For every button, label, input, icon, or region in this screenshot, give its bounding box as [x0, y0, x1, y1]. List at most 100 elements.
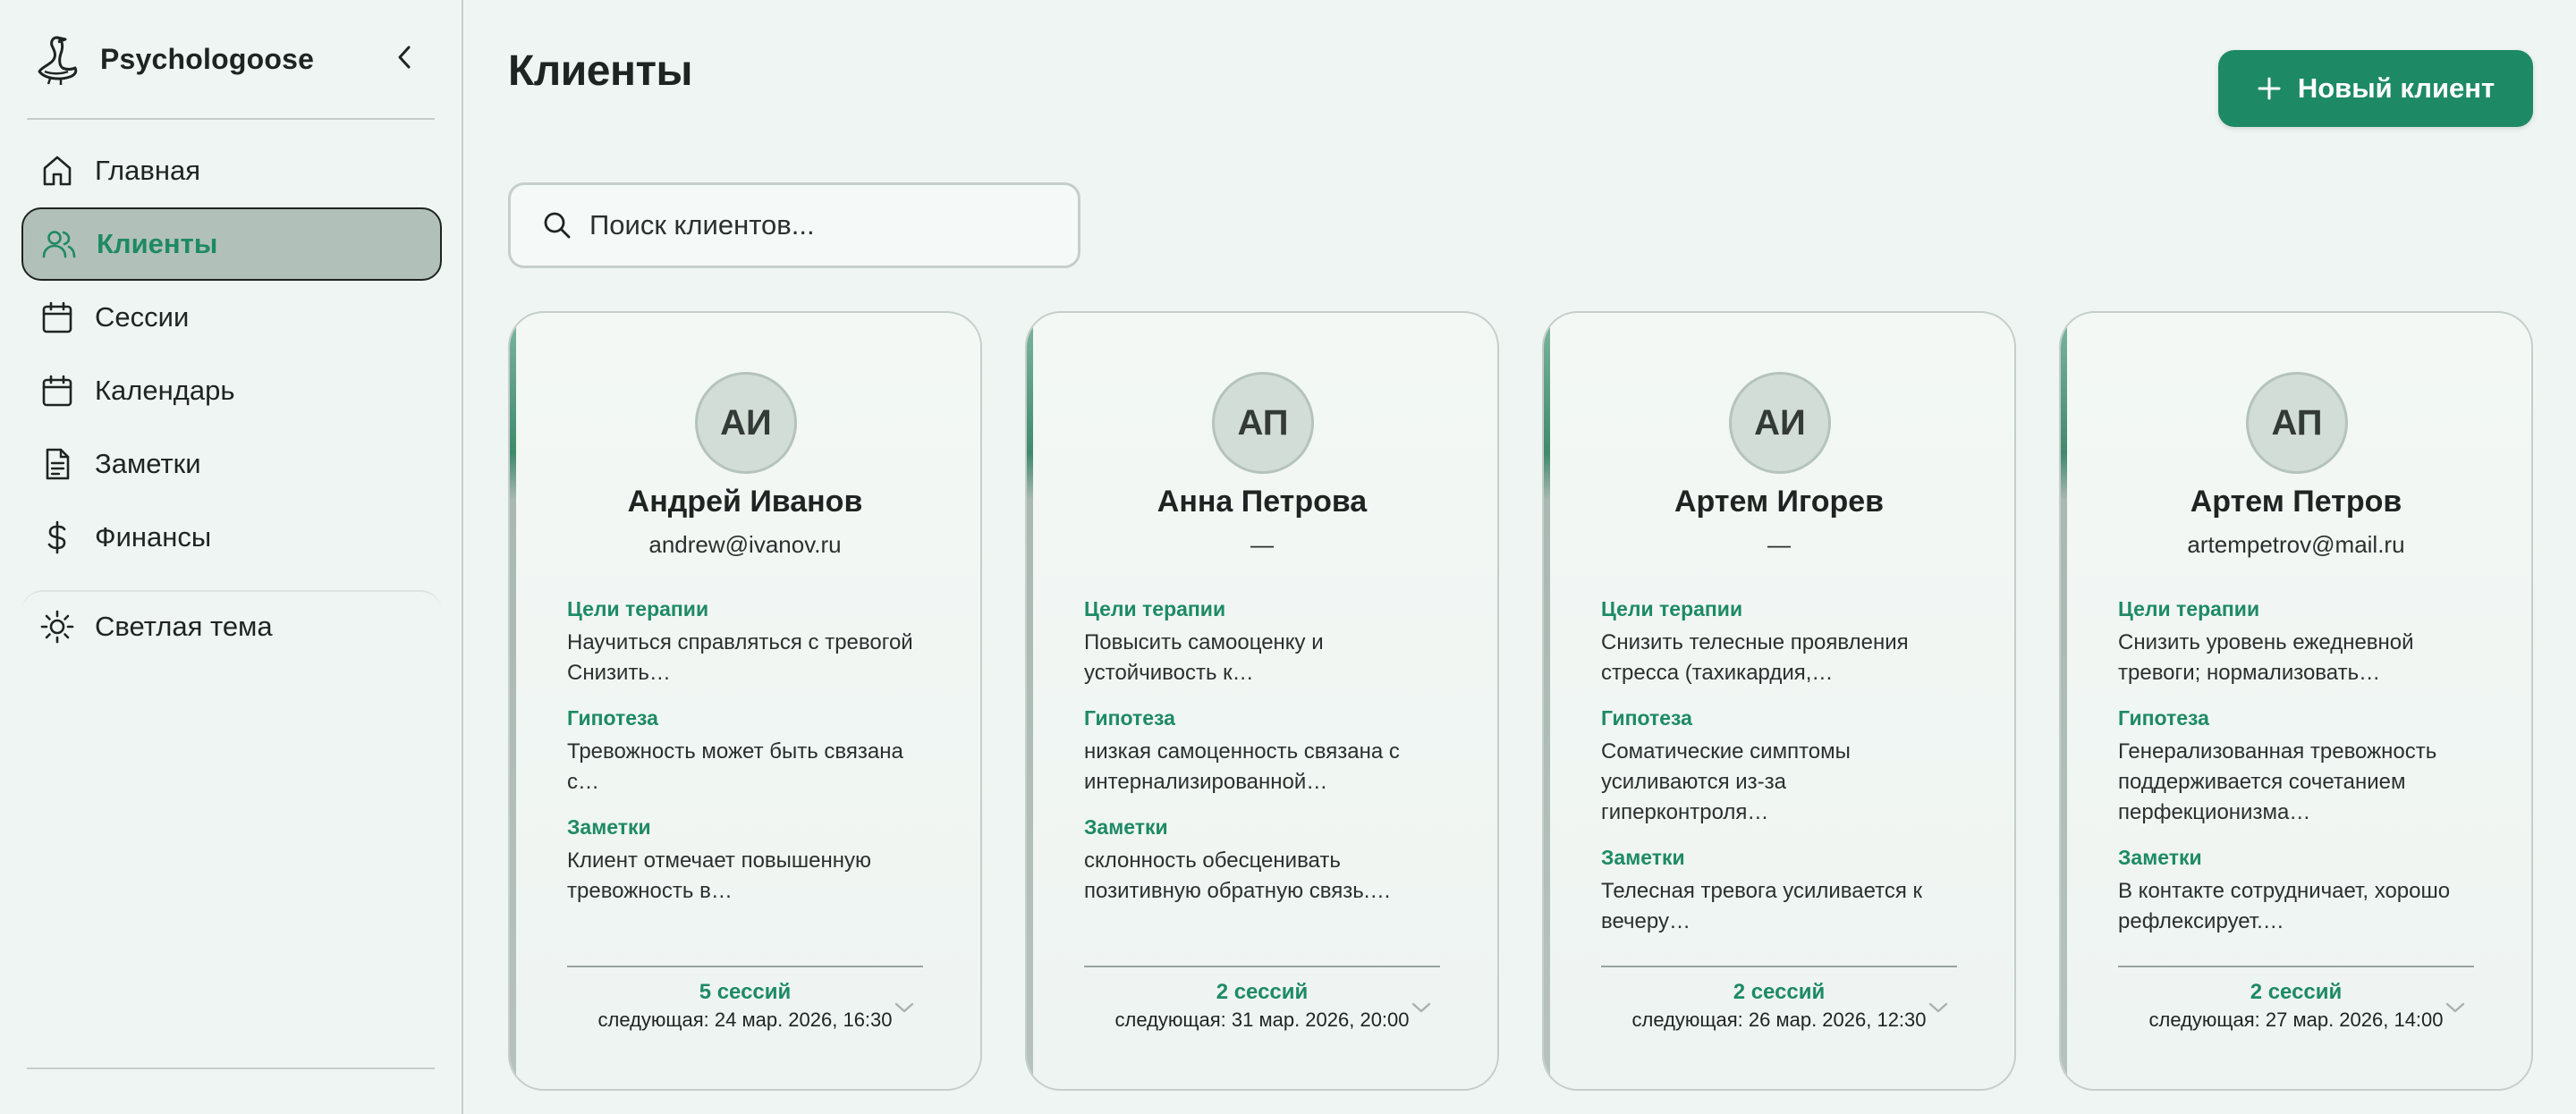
client-email: andrew@ivanov.ru	[648, 531, 842, 558]
search-box[interactable]	[508, 182, 1080, 268]
notes-text: В контакте сотрудничает, хорошо рефлексир…	[2118, 879, 2451, 933]
sidebar-divider	[27, 1068, 435, 1069]
chevron-down-icon	[1411, 1002, 1431, 1013]
sidebar-item-label: Клиенты	[97, 228, 218, 259]
hypothesis-section: Гипотеза Соматические симптомы усиливаютс…	[1601, 705, 1968, 828]
chevron-left-icon	[398, 46, 411, 69]
new-client-button[interactable]: Новый клиент	[2218, 50, 2533, 127]
brand-name: Psychologoose	[100, 42, 315, 75]
sidebar-item-notes[interactable]: Заметки	[21, 427, 442, 501]
sidebar-item-label: Заметки	[95, 448, 201, 479]
client-card[interactable]: АИ Артем Игорев — Цели терапии Снизить т…	[1542, 311, 2016, 1091]
users-icon	[41, 226, 77, 262]
expand-button[interactable]	[891, 994, 918, 1021]
goals-title: Цели терапии	[1084, 597, 1226, 620]
card-accent-bar	[2061, 313, 2067, 1089]
sidebar-item-label: Финансы	[95, 521, 212, 553]
goose-logo-icon	[36, 32, 80, 86]
plus-icon	[2257, 76, 2282, 101]
dollar-icon	[39, 519, 75, 555]
page-title: Клиенты	[508, 47, 692, 95]
notes-text: Клиент отмечает повышенную тревожность в…	[567, 848, 872, 903]
hypothesis-text: Генерализованная тревожность поддерживает…	[2118, 739, 2437, 824]
notes-title: Заметки	[2118, 846, 2202, 869]
notes-text: склонность обесценивать позитивную обратн…	[1084, 848, 1392, 903]
search-input[interactable]	[589, 209, 1055, 241]
expand-button[interactable]	[1925, 994, 1952, 1021]
avatar: АИ	[1729, 372, 1831, 474]
client-email: artempetrov@mail.ru	[2187, 531, 2405, 558]
chevron-down-icon	[2445, 1002, 2465, 1013]
notes-title: Заметки	[567, 815, 651, 839]
expand-button[interactable]	[2442, 994, 2469, 1021]
sidebar-item-finance[interactable]: Финансы	[21, 501, 442, 574]
client-name: Анна Петрова	[1157, 485, 1368, 519]
hypothesis-text: Тревожность может быть связана с…	[567, 739, 903, 794]
calendar-icon	[39, 300, 75, 335]
goals-text: Научиться справляться с тревогой Снизить…	[567, 630, 913, 685]
goals-text: Снизить уровень ежедневной тревоги; норма…	[2118, 630, 2414, 685]
card-accent-bar	[1544, 313, 1550, 1089]
client-card[interactable]: АП Анна Петрова — Цели терапии Повысить …	[1025, 311, 1499, 1091]
sidebar-item-clients[interactable]: Клиенты	[21, 207, 442, 281]
chevron-down-icon	[894, 1002, 914, 1013]
goals-section: Цели терапии Научиться справляться с тре…	[567, 595, 934, 688]
client-name: Артем Петров	[2190, 485, 2402, 519]
goals-section: Цели терапии Снизить уровень ежедневной т…	[2118, 595, 2485, 688]
hypothesis-title: Гипотеза	[567, 706, 658, 730]
card-accent-bar	[510, 313, 516, 1089]
hypothesis-title: Гипотеза	[1601, 706, 1692, 730]
card-divider	[1084, 966, 1440, 967]
sidebar-item-label: Главная	[95, 155, 200, 186]
goals-text: Снизить телесные проявления стресса (тахи…	[1601, 630, 1909, 685]
client-card[interactable]: АП Артем Петров artempetrov@mail.ru Цели…	[2059, 311, 2533, 1091]
sidebar-item-label: Сессии	[95, 301, 190, 333]
brand[interactable]: Psychologoose	[36, 27, 314, 91]
hypothesis-title: Гипотеза	[1084, 706, 1175, 730]
hypothesis-text: Соматические симптомы усиливаются из-за ги…	[1601, 739, 1851, 824]
goals-text: Повысить самооценку и устойчивость к…	[1084, 630, 1324, 685]
client-name: Артем Игорев	[1674, 485, 1885, 519]
card-divider	[567, 966, 923, 967]
sidebar-divider	[27, 118, 435, 120]
notes-title: Заметки	[1601, 846, 1685, 869]
client-email: —	[1250, 531, 1274, 558]
client-email: —	[1767, 531, 1791, 558]
notes-section: Заметки склонность обесценивать позитивну…	[1084, 814, 1451, 907]
notes-text: Телесная тревога усиливается к вечеру…	[1601, 879, 1923, 933]
notes-section: Заметки В контакте сотрудничает, хорошо р…	[2118, 844, 2485, 937]
goals-title: Цели терапии	[2118, 597, 2260, 620]
notes-section: Заметки Клиент отмечает повышенную тревож…	[567, 814, 934, 907]
sidebar-item-home[interactable]: Главная	[21, 134, 442, 207]
goals-title: Цели терапии	[1601, 597, 1743, 620]
sidebar-item-calendar[interactable]: Календарь	[21, 354, 442, 427]
document-icon	[39, 446, 75, 482]
hypothesis-text: низкая самоценность связана с интернализи…	[1084, 739, 1400, 794]
notes-section: Заметки Телесная тревога усиливается к ве…	[1601, 844, 1968, 937]
avatar: АИ	[695, 372, 797, 474]
card-divider	[1601, 966, 1957, 967]
goals-section: Цели терапии Повысить самооценку и устойч…	[1084, 595, 1451, 688]
hypothesis-section: Гипотеза Тревожность может быть связана с…	[567, 705, 934, 798]
hypothesis-title: Гипотеза	[2118, 706, 2209, 730]
hypothesis-section: Гипотеза Генерализованная тревожность под…	[2118, 705, 2485, 828]
new-client-label: Новый клиент	[2297, 72, 2496, 104]
notes-title: Заметки	[1084, 815, 1168, 839]
theme-toggle-label: Светлая тема	[95, 611, 273, 642]
avatar: АП	[2246, 372, 2348, 474]
theme-toggle[interactable]: Светлая тема	[21, 590, 442, 662]
chevron-down-icon	[1928, 1002, 1948, 1013]
sidebar-item-label: Календарь	[95, 375, 235, 406]
sidebar-item-sessions[interactable]: Сессии	[21, 281, 442, 354]
sidebar: Psychologoose Главная Клиенты Сессии Кал…	[0, 0, 463, 1114]
goals-title: Цели терапии	[567, 597, 709, 620]
hypothesis-section: Гипотеза низкая самоценность связана с ин…	[1084, 705, 1451, 798]
expand-button[interactable]	[1408, 994, 1435, 1021]
avatar: АП	[1212, 372, 1314, 474]
home-icon	[39, 153, 75, 189]
card-divider	[2118, 966, 2474, 967]
client-card[interactable]: АИ Андрей Иванов andrew@ivanov.ru Цели т…	[508, 311, 982, 1091]
collapse-sidebar-button[interactable]	[388, 41, 420, 73]
goals-section: Цели терапии Снизить телесные проявления…	[1601, 595, 1968, 688]
card-accent-bar	[1027, 313, 1033, 1089]
